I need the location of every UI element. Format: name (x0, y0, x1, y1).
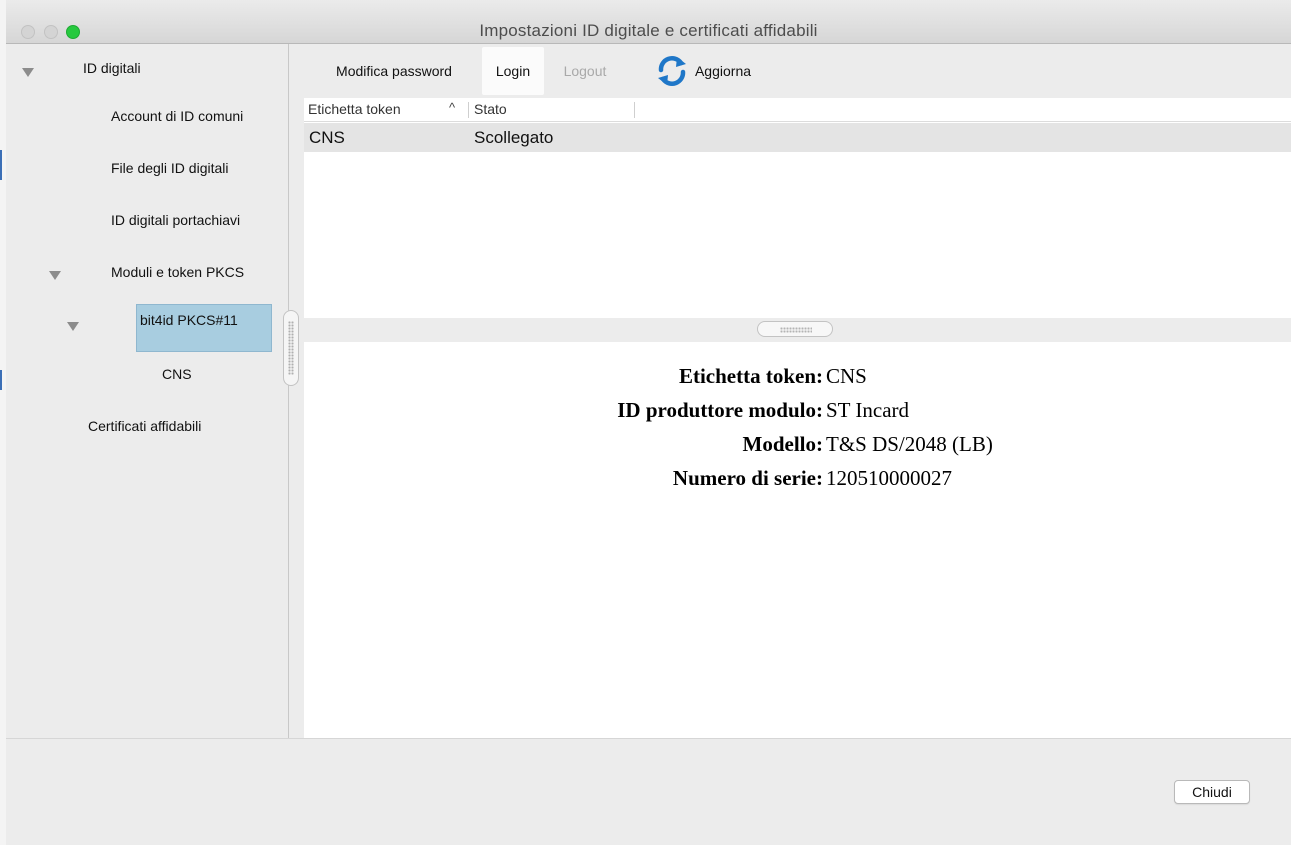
detail-value: CNS (826, 364, 867, 388)
disclosure-triangle-icon[interactable] (22, 68, 34, 77)
detail-value: ST Incard (826, 398, 910, 422)
column-separator[interactable] (634, 102, 635, 118)
column-header-stato[interactable]: Stato (474, 101, 507, 117)
sidebar-tree: ID digitali Account di ID comuni File de… (6, 44, 289, 738)
detail-key: ID produttore modulo: (617, 398, 823, 422)
title-bar: Impostazioni ID digitale e certificati a… (6, 0, 1291, 44)
sidebar-splitter-handle[interactable] (283, 310, 299, 386)
sidebar-item-id-digitali[interactable]: ID digitali (83, 60, 141, 76)
cell-status: Scollegato (474, 128, 554, 147)
column-header-etichetta-token[interactable]: Etichetta token (308, 101, 401, 117)
sidebar-item-certificati-affidabili[interactable]: Certificati affidabili (88, 418, 201, 434)
edge-mark (0, 370, 2, 390)
sidebar-item-cns[interactable]: CNS (162, 366, 192, 382)
detail-token-label: Etichetta token: CNS (304, 364, 1291, 398)
toolbar: Modifica password Login Logout Aggiorna (304, 44, 1291, 98)
detail-serial: Numero di serie: 120510000027 (304, 466, 1291, 500)
detail-key: Numero di serie: (672, 466, 823, 490)
close-button[interactable]: Chiudi (1174, 780, 1250, 804)
sidebar-item-bit4id-pkcs11[interactable]: bit4id PKCS#11 (140, 312, 238, 328)
logout-button[interactable]: Logout (550, 47, 620, 95)
detail-model: Modello: T&S DS/2048 (LB) (304, 432, 1291, 466)
detail-key: Modello: (742, 432, 823, 456)
sidebar-item-account-id-comuni[interactable]: Account di ID comuni (111, 108, 243, 124)
sort-ascending-icon: ^ (449, 100, 456, 115)
cell-token-label: CNS (309, 128, 345, 147)
settings-window: Impostazioni ID digitale e certificati a… (6, 0, 1291, 845)
divider-grip-handle[interactable] (757, 321, 833, 337)
disclosure-triangle-icon[interactable] (67, 322, 79, 331)
disclosure-triangle-icon[interactable] (49, 271, 61, 280)
login-button[interactable]: Login (482, 47, 544, 95)
detail-key: Etichetta token: (678, 364, 823, 388)
detail-value: T&S DS/2048 (LB) (826, 432, 993, 456)
token-table: Etichetta token ^ Stato CNS Scollegato (304, 98, 1291, 318)
change-password-button[interactable]: Modifica password (314, 47, 474, 95)
detail-manufacturer: ID produttore modulo: ST Incard (304, 398, 1291, 432)
pane-divider (304, 318, 1291, 342)
refresh-label: Aggiorna (694, 63, 752, 79)
refresh-icon (657, 56, 686, 86)
column-separator[interactable] (468, 102, 469, 118)
sidebar-item-moduli-pkcs[interactable]: Moduli e token PKCS (111, 264, 244, 280)
detail-value: 120510000027 (826, 466, 952, 490)
window-title: Impostazioni ID digitale e certificati a… (479, 21, 818, 40)
table-row[interactable]: CNS Scollegato (304, 123, 1291, 152)
table-header: Etichetta token ^ Stato (304, 98, 1291, 122)
dialog-footer: Chiudi (6, 738, 1291, 845)
refresh-button[interactable]: Aggiorna (638, 47, 768, 95)
edge-mark (0, 150, 2, 180)
sidebar-item-id-portachiavi[interactable]: ID digitali portachiavi (111, 212, 240, 228)
sidebar-item-file-id-digitali[interactable]: File degli ID digitali (111, 160, 229, 176)
token-details: Etichetta token: CNS ID produttore modul… (304, 342, 1291, 738)
